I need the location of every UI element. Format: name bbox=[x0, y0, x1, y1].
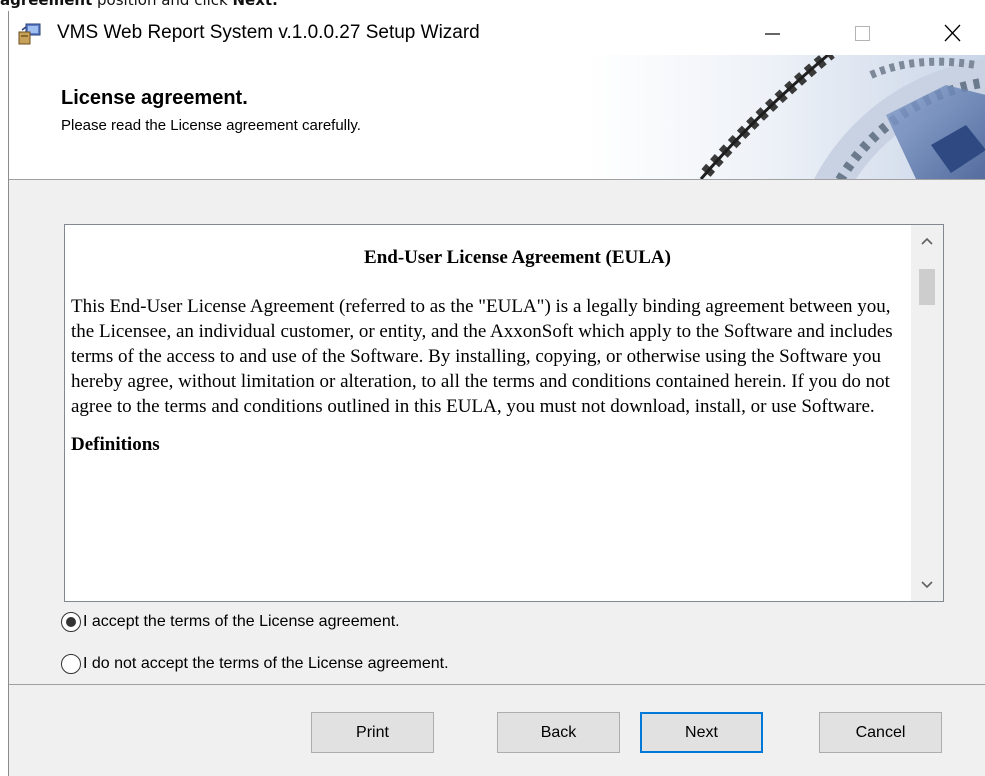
gear-banner-icon bbox=[586, 55, 985, 179]
wizard-header: License agreement. Please read the Licen… bbox=[9, 55, 985, 180]
eula-section-heading: Definitions bbox=[71, 434, 160, 455]
decline-option[interactable]: I do not accept the terms of the License… bbox=[61, 651, 449, 677]
page-title: License agreement. bbox=[61, 87, 248, 109]
eula-scrollbar[interactable] bbox=[911, 225, 943, 601]
maximize-icon bbox=[855, 26, 870, 41]
chevron-down-icon bbox=[921, 581, 933, 589]
back-button[interactable]: Back bbox=[497, 712, 620, 753]
maximize-button[interactable] bbox=[832, 11, 892, 55]
minimize-button[interactable] bbox=[742, 11, 802, 55]
scroll-up-button[interactable] bbox=[911, 225, 943, 257]
decline-radio[interactable] bbox=[61, 654, 81, 674]
setup-wizard-window: VMS Web Report System v.1.0.0.27 Setup W… bbox=[8, 11, 985, 776]
accept-option[interactable]: I accept the terms of the License agreem… bbox=[61, 609, 400, 635]
caption-strong-word: agreement bbox=[0, 0, 93, 9]
close-button[interactable] bbox=[922, 11, 982, 55]
scroll-down-button[interactable] bbox=[911, 569, 943, 601]
next-button[interactable]: Next bbox=[640, 712, 763, 753]
eula-title: End-User License Agreement (EULA) bbox=[364, 247, 671, 268]
minimize-icon bbox=[765, 33, 780, 35]
eula-content: End-User License Agreement (EULA) This E… bbox=[65, 225, 910, 601]
eula-text-box[interactable]: End-User License Agreement (EULA) This E… bbox=[64, 224, 944, 602]
accept-radio[interactable] bbox=[61, 612, 81, 632]
title-bar: VMS Web Report System v.1.0.0.27 Setup W… bbox=[9, 11, 985, 55]
window-title: VMS Web Report System v.1.0.0.27 Setup W… bbox=[57, 22, 480, 43]
print-button[interactable]: Print bbox=[311, 712, 434, 753]
caption-strong-end: Next. bbox=[232, 0, 278, 9]
scroll-thumb[interactable] bbox=[919, 269, 935, 305]
decline-label: I do not accept the terms of the License… bbox=[83, 655, 449, 672]
chevron-up-icon bbox=[921, 237, 933, 245]
eula-body: This End-User License Agreement (referre… bbox=[71, 296, 893, 417]
cancel-button[interactable]: Cancel bbox=[819, 712, 942, 753]
caption-middle-text: position and click bbox=[92, 0, 233, 9]
footer-divider bbox=[9, 684, 985, 685]
document-caption: agreement position and click Next. bbox=[0, 0, 278, 11]
page-subtitle: Please read the License agreement carefu… bbox=[61, 117, 361, 134]
installer-icon bbox=[18, 23, 41, 45]
close-icon bbox=[944, 24, 961, 42]
accept-label: I accept the terms of the License agreem… bbox=[83, 613, 400, 630]
